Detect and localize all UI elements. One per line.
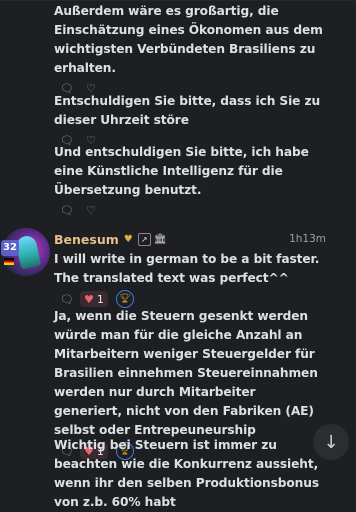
username[interactable]: Benesum	[54, 230, 119, 249]
flag-icon	[4, 258, 14, 265]
arrow-down-icon: ↓	[323, 431, 339, 453]
bank-badge-icon: 🏛︎	[153, 233, 167, 245]
gold-heart-badge-icon: ♥	[123, 233, 133, 245]
scroll-down-button[interactable]: ↓	[313, 424, 349, 460]
message-reactions: 🗨︎ ♥ 1 🏆︎	[54, 289, 326, 309]
timestamp: 1h13m	[289, 232, 326, 245]
trophy-icon[interactable]: 🏆︎	[115, 290, 134, 308]
level-badge: 32	[1, 240, 19, 256]
message-header: Benesum ♥ ↗ 🏛︎ 1h13m	[54, 230, 326, 248]
message-1: Außerdem wäre es großartig, die Einschät…	[54, 2, 326, 98]
message-6: Wichtig bei Steuern ist immer zu beachte…	[54, 436, 326, 512]
message-text: Und entschuldigen Sie bitte, ich habe ei…	[54, 145, 313, 197]
heart-icon: ♥	[83, 292, 94, 306]
message-text: Außerdem wäre es großartig, die Einschät…	[54, 4, 327, 75]
message-text: Wichtig bei Steuern ist immer zu beachte…	[54, 438, 324, 509]
message-2: Entschuldigen Sie bitte, dass ich Sie zu…	[54, 92, 326, 150]
message-text: Ja, wenn die Steuern gesenkt werden würd…	[54, 309, 322, 437]
message-3: Und entschuldigen Sie bitte, ich habe ei…	[54, 143, 326, 220]
message-actions: 🗨︎ ♡	[54, 202, 326, 220]
comment-icon[interactable]: 🗨︎	[60, 290, 74, 309]
message-text: I will write in german to be a bit faste…	[54, 252, 328, 285]
message-4: I will write in german to be a bit faste…	[54, 250, 326, 309]
message-text: Entschuldigen Sie bitte, dass ich Sie zu…	[54, 94, 325, 127]
comment-icon[interactable]: 🗨︎	[60, 205, 74, 217]
heart-reaction-chip[interactable]: ♥ 1	[79, 291, 108, 307]
heart-icon[interactable]: ♡	[86, 205, 96, 217]
top-divider	[0, 0, 356, 1]
heart-count: 1	[96, 292, 104, 306]
chart-badge-icon: ↗	[137, 232, 151, 246]
